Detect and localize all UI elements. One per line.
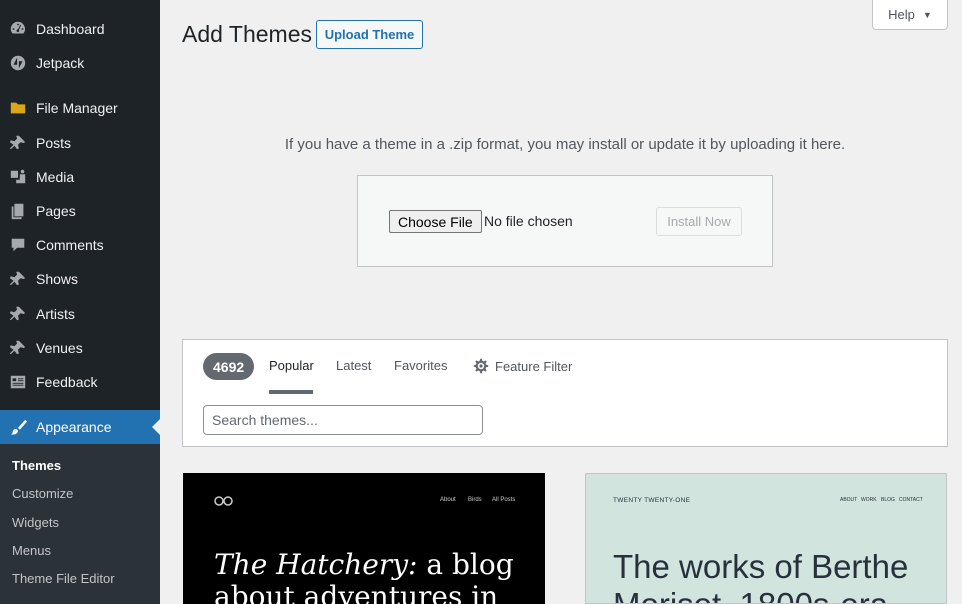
upload-description: If you have a theme in a .zip format, yo…: [284, 136, 846, 153]
pin-icon: [8, 133, 28, 153]
sidebar-item-label: File Manager: [36, 100, 118, 116]
preview-site-title: TWENTY TWENTY-ONE: [613, 497, 691, 504]
sidebar-item-posts[interactable]: Posts: [0, 126, 160, 160]
sidebar-item-media[interactable]: Media: [0, 160, 160, 194]
preview-nav-item: About: [440, 497, 456, 503]
sidebar-item-label: Dashboard: [36, 21, 105, 37]
help-button[interactable]: Help ▼: [872, 0, 948, 30]
theme-count-badge: 4692: [203, 353, 255, 380]
sidebar-item-label: Media: [36, 169, 75, 185]
preview-nav-item: CONTACT: [899, 497, 923, 503]
submenu-item-menus[interactable]: Menus: [12, 543, 51, 558]
preview-nav-item: ABOUT: [840, 497, 858, 503]
submenu-item-widgets[interactable]: Widgets: [12, 515, 59, 530]
tab-latest[interactable]: Latest: [336, 358, 371, 373]
birds-logo-icon: [214, 496, 233, 506]
feature-filter-label: Feature Filter: [495, 358, 573, 374]
upload-theme-button[interactable]: Upload Theme: [316, 20, 423, 49]
sidebar-item-label: Venues: [36, 340, 83, 356]
theme-card[interactable]: About Birds All Posts The Hatchery: a bl…: [183, 473, 545, 604]
jetpack-icon: [8, 53, 28, 73]
sidebar-item-label: Feedback: [36, 374, 98, 390]
headline-italic: The Hatchery:: [214, 548, 418, 581]
pages-icon: [8, 201, 28, 221]
dashboard-icon: [8, 19, 28, 39]
sidebar-item-artists[interactable]: Artists: [0, 297, 160, 331]
comment-icon: [8, 235, 28, 255]
pin-icon: [8, 338, 28, 358]
sidebar-item-label: Shows: [36, 271, 79, 287]
preview-nav-item: WORK: [861, 497, 877, 503]
feedback-icon: [8, 372, 28, 392]
admin-sidebar: Dashboard Jetpack File Manager Posts Med…: [0, 0, 160, 604]
theme-preview-headline: The works of Berthe Morisot, 1800s-era: [613, 548, 909, 603]
appearance-submenu: Themes Customize Widgets Menus Theme Fil…: [0, 444, 160, 604]
install-now-button[interactable]: Install Now: [656, 207, 742, 236]
gear-icon: [473, 358, 489, 374]
brush-icon: [8, 417, 28, 437]
preview-nav-item: All Posts: [492, 497, 516, 503]
pin-icon: [8, 304, 28, 324]
caret-down-icon: ▼: [922, 9, 932, 20]
theme-card[interactable]: TWENTY TWENTY-ONE ABOUT WORK BLOG CONTAC…: [585, 473, 947, 604]
media-icon: [8, 167, 28, 187]
folder-icon: [8, 98, 28, 118]
sidebar-item-label: Artists: [36, 306, 75, 322]
submenu-item-themes[interactable]: Themes: [12, 458, 61, 473]
preview-nav-item: BLOG: [881, 497, 895, 503]
sidebar-item-label: Posts: [36, 135, 72, 151]
sidebar-item-dashboard[interactable]: Dashboard: [0, 12, 160, 46]
sidebar-item-appearance[interactable]: Appearance: [0, 410, 160, 444]
sidebar-item-jetpack[interactable]: Jetpack: [0, 46, 160, 80]
help-label: Help: [888, 7, 915, 22]
sidebar-item-pages[interactable]: Pages: [0, 194, 160, 228]
active-tab-underline: [269, 390, 313, 394]
sidebar-item-feedback[interactable]: Feedback: [0, 365, 160, 399]
sidebar-item-shows[interactable]: Shows: [0, 262, 160, 296]
preview-nav-item: Birds: [468, 497, 482, 503]
pin-icon: [8, 269, 28, 289]
current-menu-arrow: [152, 419, 160, 435]
choose-file-button[interactable]: Choose File: [389, 210, 482, 233]
search-themes-input[interactable]: [203, 405, 483, 435]
sidebar-item-venues[interactable]: Venues: [0, 331, 160, 365]
no-file-chosen-text: No file chosen: [484, 213, 573, 229]
sidebar-item-label: Comments: [36, 237, 104, 253]
sidebar-item-label: Appearance: [36, 419, 112, 435]
theme-preview-headline: The Hatchery: a blog about adventures in: [214, 549, 534, 604]
feature-filter-button[interactable]: Feature Filter: [473, 358, 572, 374]
sidebar-item-label: Pages: [36, 203, 76, 219]
tab-popular[interactable]: Popular: [269, 358, 314, 373]
sidebar-item-file-manager[interactable]: File Manager: [0, 91, 160, 125]
upload-form: Choose File No file chosen Install Now: [357, 175, 773, 267]
page-title: Add Themes: [182, 21, 312, 47]
submenu-item-customize[interactable]: Customize: [12, 486, 73, 501]
theme-filter-bar: 4692 Popular Latest Favorites Feature Fi…: [182, 339, 948, 447]
submenu-item-theme-file-editor[interactable]: Theme File Editor: [12, 571, 115, 586]
sidebar-item-comments[interactable]: Comments: [0, 228, 160, 262]
tab-favorites[interactable]: Favorites: [394, 358, 447, 373]
sidebar-item-label: Jetpack: [36, 55, 85, 71]
